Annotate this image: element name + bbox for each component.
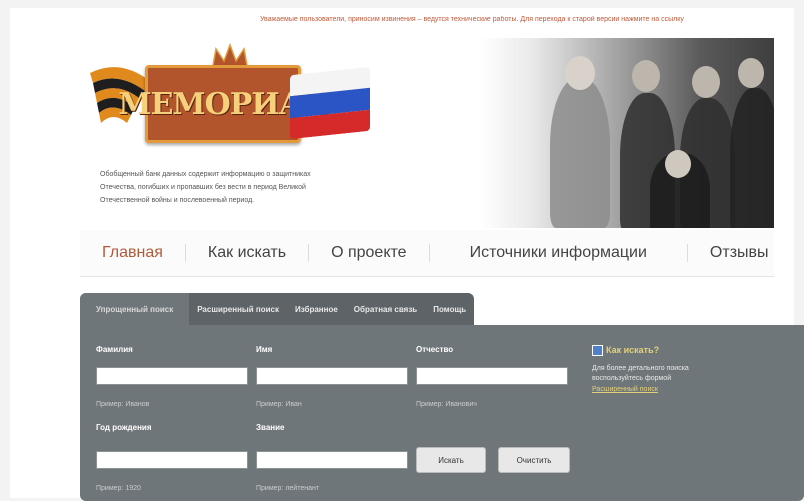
info-icon <box>592 345 603 357</box>
top-notice[interactable]: Уважаемые пользователи, приносим извинен… <box>260 16 780 23</box>
surname-hint: Пример: Иванов <box>96 401 150 408</box>
name-label: Имя <box>256 345 273 354</box>
name-input[interactable] <box>256 367 408 385</box>
rank-hint: Пример: лейтенант <box>256 485 320 492</box>
tab-help[interactable]: Помощь <box>425 293 474 325</box>
surname-label: Фамилия <box>96 345 133 354</box>
surname-input[interactable] <box>96 367 248 385</box>
logo-plate: МЕМОРИАЛ <box>118 65 329 143</box>
main-nav: Главная Как искать О проекте Источники и… <box>80 230 774 277</box>
nav-item-home[interactable]: Главная <box>80 244 186 262</box>
tab-advanced-search[interactable]: Расширенный поиск <box>189 293 287 325</box>
tab-favorites[interactable]: Избранное <box>287 293 346 325</box>
tab-feedback[interactable]: Обратная связь <box>346 293 425 325</box>
info-title-text[interactable]: Как искать? <box>606 345 659 355</box>
tagline: Обобщенный банк данных содержит информац… <box>100 168 390 207</box>
nav-item-about[interactable]: О проекте <box>309 244 430 262</box>
advanced-search-link[interactable]: Расширенный поиск <box>592 386 702 393</box>
tab-simple-search[interactable]: Упрощенный поиск <box>80 293 190 325</box>
header-photo <box>480 38 774 228</box>
logo[interactable]: МЕМОРИАЛ <box>85 43 375 153</box>
rank-label: Звание <box>256 423 285 432</box>
page: Уважаемые пользователи, приносим извинен… <box>10 8 804 501</box>
tagline-line: Обобщенный банк данных содержит информац… <box>100 171 311 178</box>
birth-year-hint: Пример: 1920 <box>96 485 141 492</box>
info-title[interactable]: Как искать? <box>592 345 702 357</box>
rank-input[interactable] <box>256 451 408 469</box>
patronymic-input[interactable] <box>416 367 568 385</box>
info-box: Как искать? Для более детального поиска … <box>592 345 702 393</box>
tagline-line: Отечества, погибших и пропавших без вест… <box>100 184 306 191</box>
nav-item-reviews[interactable]: Отзывы <box>688 244 791 262</box>
birth-year-input[interactable] <box>96 451 248 469</box>
birth-year-label: Год рождения <box>96 423 152 432</box>
clear-button[interactable]: Очистить <box>498 447 570 473</box>
tagline-line: Отечественной войны и послевоенный перио… <box>100 197 255 204</box>
nav-item-sources[interactable]: Источники информации <box>430 244 688 262</box>
search-tabs: Упрощенный поиск Расширенный поиск Избра… <box>80 293 475 325</box>
nav-item-how-to-search[interactable]: Как искать <box>186 244 310 262</box>
name-hint: Пример: Иван <box>256 401 302 408</box>
patronymic-hint: Пример: Иванович <box>416 401 477 408</box>
search-panel: Фамилия Имя Отчество Пример: Иванов Прим… <box>80 325 804 501</box>
info-text: Для более детального поиска воспользуйте… <box>592 365 689 383</box>
search-button[interactable]: Искать <box>416 447 486 473</box>
russian-flag-icon <box>290 66 370 140</box>
patronymic-label: Отчество <box>416 345 454 354</box>
